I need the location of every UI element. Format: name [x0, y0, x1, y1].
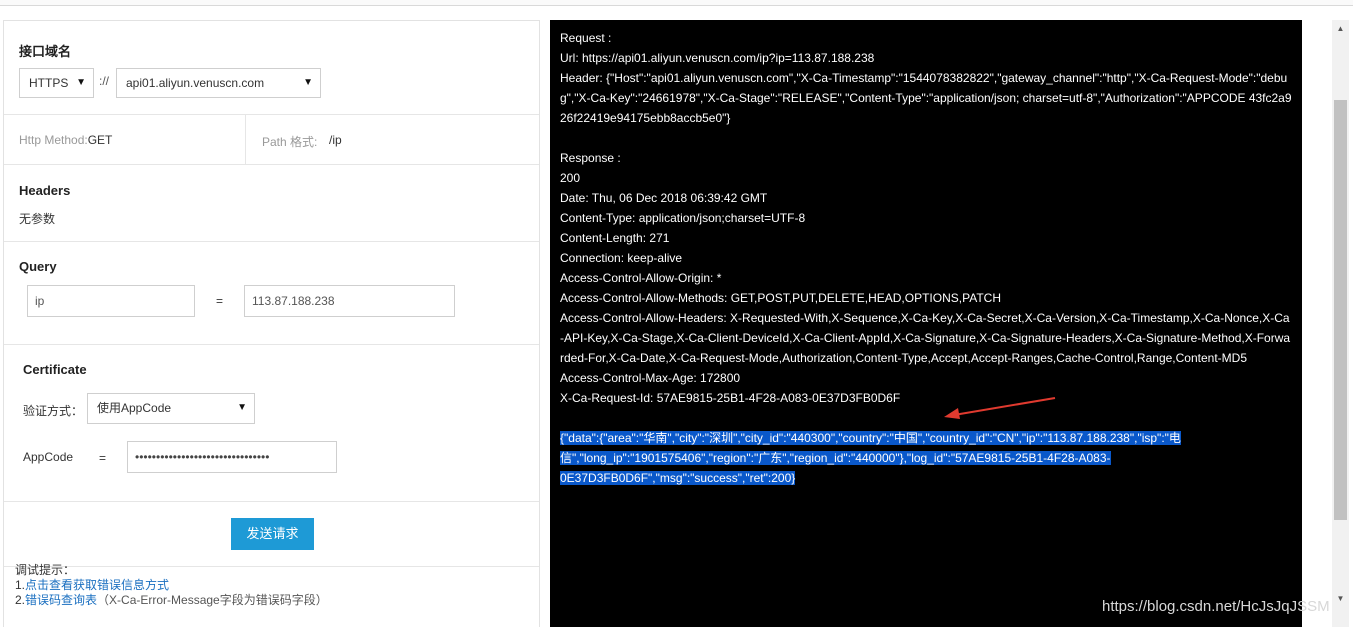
- top-bar: [0, 0, 1353, 6]
- red-arrow-annotation: [944, 397, 1056, 419]
- response-body-line-2: 信","long_ip":"1901575406","region":"广东",…: [560, 448, 1292, 468]
- method-label-group: Http Method:GET: [19, 133, 112, 147]
- method-cell: Http Method:GET: [4, 115, 246, 164]
- watermark: https://blog.csdn.net/HcJsJqJSSM: [1102, 598, 1330, 615]
- tips-item-2-prefix: 2.: [15, 593, 26, 607]
- scroll-up-icon[interactable]: ▲: [1332, 20, 1349, 37]
- path-value: /ip: [329, 133, 342, 147]
- headers-empty: 无参数: [19, 212, 56, 226]
- response-content-type: Content-Type: application/json;charset=U…: [560, 211, 806, 225]
- certificate-section: Certificate 验证方式： 使用AppCode ▼ AppCode = …: [4, 345, 539, 502]
- response-body-line-1: {"data":{"area":"华南","city":"深圳","city_i…: [560, 428, 1292, 448]
- domain-title: 接口域名: [19, 44, 72, 59]
- tips-item-1: 1.点击查看获取错误信息方式: [15, 578, 328, 593]
- response-acma: Access-Control-Max-Age: 172800: [560, 371, 741, 385]
- appcode-input[interactable]: ••••••••••••••••••••••••••••••••: [127, 441, 337, 473]
- tips-title: 调试提示：: [15, 563, 76, 577]
- path-label: Path 格式:: [262, 135, 318, 149]
- scroll-down-icon[interactable]: ▼: [1332, 590, 1349, 607]
- tips-item-1-prefix: 1.: [15, 578, 26, 592]
- query-value-input[interactable]: 113.87.188.238: [244, 285, 455, 317]
- debug-tips: 调试提示： 1.点击查看获取错误信息方式 2.错误码查询表（X-Ca-Error…: [15, 563, 328, 608]
- chevron-down-icon: ▼: [303, 77, 313, 88]
- query-key-input[interactable]: ip: [27, 285, 195, 317]
- request-header: Header: {"Host":"api01.aliyun.venuscn.co…: [560, 71, 1292, 125]
- tips-item-2-suffix: （X-Ca-Error-Message字段为错误码字段）: [97, 593, 328, 607]
- selected-text: 0E37D3FB0D6F","msg":"success","ret":200}: [560, 471, 796, 485]
- headers-section: Headers 无参数: [4, 165, 539, 242]
- response-content-length: Content-Length: 271: [560, 231, 670, 245]
- response-acam: Access-Control-Allow-Methods: GET,POST,P…: [560, 291, 1001, 305]
- tips-item-2: 2.错误码查询表（X-Ca-Error-Message字段为错误码字段）: [15, 593, 328, 608]
- selected-text: 信","long_ip":"1901575406","region":"广东",…: [560, 451, 1111, 465]
- response-status: 200: [560, 171, 581, 185]
- method-value: GET: [87, 133, 113, 147]
- scrollbar-thumb[interactable]: [1334, 100, 1347, 520]
- request-url: Url: https://api01.aliyun.venuscn.com/ip…: [560, 51, 875, 65]
- certificate-title: Certificate: [23, 362, 87, 377]
- appcode-equals: =: [99, 451, 107, 465]
- auth-method-value: 使用AppCode: [97, 401, 172, 415]
- domain-section: 接口域名 HTTPS ▼ :// api01.aliyun.venuscn.co…: [4, 21, 539, 115]
- response-acao: Access-Control-Allow-Origin: *: [560, 271, 722, 285]
- response-date: Date: Thu, 06 Dec 2018 06:39:42 GMT: [560, 191, 768, 205]
- auth-method-label: 验证方式：: [23, 404, 84, 418]
- appcode-label: AppCode: [23, 450, 74, 464]
- chevron-down-icon: ▼: [76, 77, 86, 88]
- scheme-value: HTTPS: [29, 76, 69, 90]
- response-acah: Access-Control-Allow-Headers: X-Requeste…: [560, 311, 1291, 365]
- headers-title: Headers: [19, 183, 71, 198]
- selected-text: {"data":{"area":"华南","city":"深圳","city_i…: [560, 431, 1181, 445]
- response-request-id: X-Ca-Request-Id: 57AE9815-25B1-4F28-A083…: [560, 391, 901, 405]
- query-section: Query ip = 113.87.188.238: [4, 242, 539, 345]
- scheme-select[interactable]: HTTPS ▼: [19, 68, 94, 98]
- error-code-link[interactable]: 错误码查询表: [25, 593, 97, 607]
- scheme-separator: ://: [99, 74, 110, 88]
- query-title: Query: [19, 259, 57, 274]
- method-section: Http Method:GET Path 格式: /ip: [4, 115, 539, 165]
- response-console[interactable]: Request : Url: https://api01.aliyun.venu…: [550, 20, 1302, 627]
- chevron-down-icon: ▼: [237, 402, 247, 413]
- query-equals: =: [216, 294, 224, 308]
- send-section: 发送请求: [4, 502, 539, 567]
- request-title: Request :: [560, 31, 612, 45]
- host-select[interactable]: api01.aliyun.venuscn.com ▼: [116, 68, 321, 98]
- error-info-link[interactable]: 点击查看获取错误信息方式: [25, 578, 169, 592]
- auth-method-select[interactable]: 使用AppCode ▼: [87, 393, 255, 424]
- api-debug-form: 接口域名 HTTPS ▼ :// api01.aliyun.venuscn.co…: [3, 20, 540, 627]
- response-title: Response :: [560, 151, 621, 165]
- host-value: api01.aliyun.venuscn.com: [126, 76, 265, 90]
- response-body-line-3: 0E37D3FB0D6F","msg":"success","ret":200}: [560, 468, 1292, 488]
- method-label: Http Method:: [19, 133, 88, 147]
- response-connection: Connection: keep-alive: [560, 251, 683, 265]
- send-request-button[interactable]: 发送请求: [231, 518, 314, 550]
- page-scrollbar[interactable]: ▲ ▼: [1332, 20, 1349, 627]
